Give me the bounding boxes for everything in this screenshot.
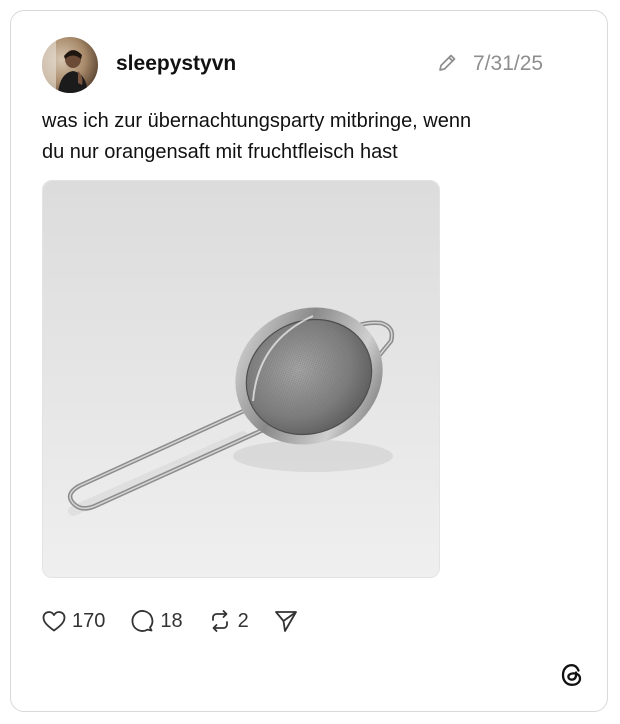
post-card: sleepystyvn 7/31/25 was ich zur übernach… (10, 10, 608, 712)
strainer-image (43, 181, 439, 577)
avatar-image (42, 37, 98, 93)
post-date: 7/31/25 (473, 52, 544, 75)
share-button[interactable] (273, 608, 299, 634)
like-count: 170 (72, 610, 106, 632)
post-text-line: was ich zur übernachtungsparty mitbringe… (42, 110, 472, 132)
username[interactable]: sleepystyvn (116, 51, 236, 77)
pencil-icon[interactable] (436, 52, 458, 74)
avatar[interactable] (42, 37, 98, 93)
send-arrow-icon (274, 611, 297, 632)
repost-button[interactable]: 2 (207, 608, 249, 634)
repost-arrows-icon (211, 610, 228, 632)
action-bar: 170 18 2 (41, 606, 323, 636)
reply-count: 18 (160, 610, 183, 632)
threads-logo-icon[interactable] (559, 662, 585, 688)
post-text: was ich zur übernachtungsparty mitbringe… (42, 106, 562, 168)
like-button[interactable]: 170 (41, 609, 105, 633)
post-text-line: du nur orangensaft mit fruchtfleisch has… (42, 141, 398, 163)
post-image[interactable] (42, 180, 440, 578)
speech-bubble-icon (131, 610, 154, 632)
reply-button[interactable]: 18 (129, 608, 183, 634)
heart-icon (42, 611, 66, 632)
repost-count: 2 (237, 610, 249, 632)
